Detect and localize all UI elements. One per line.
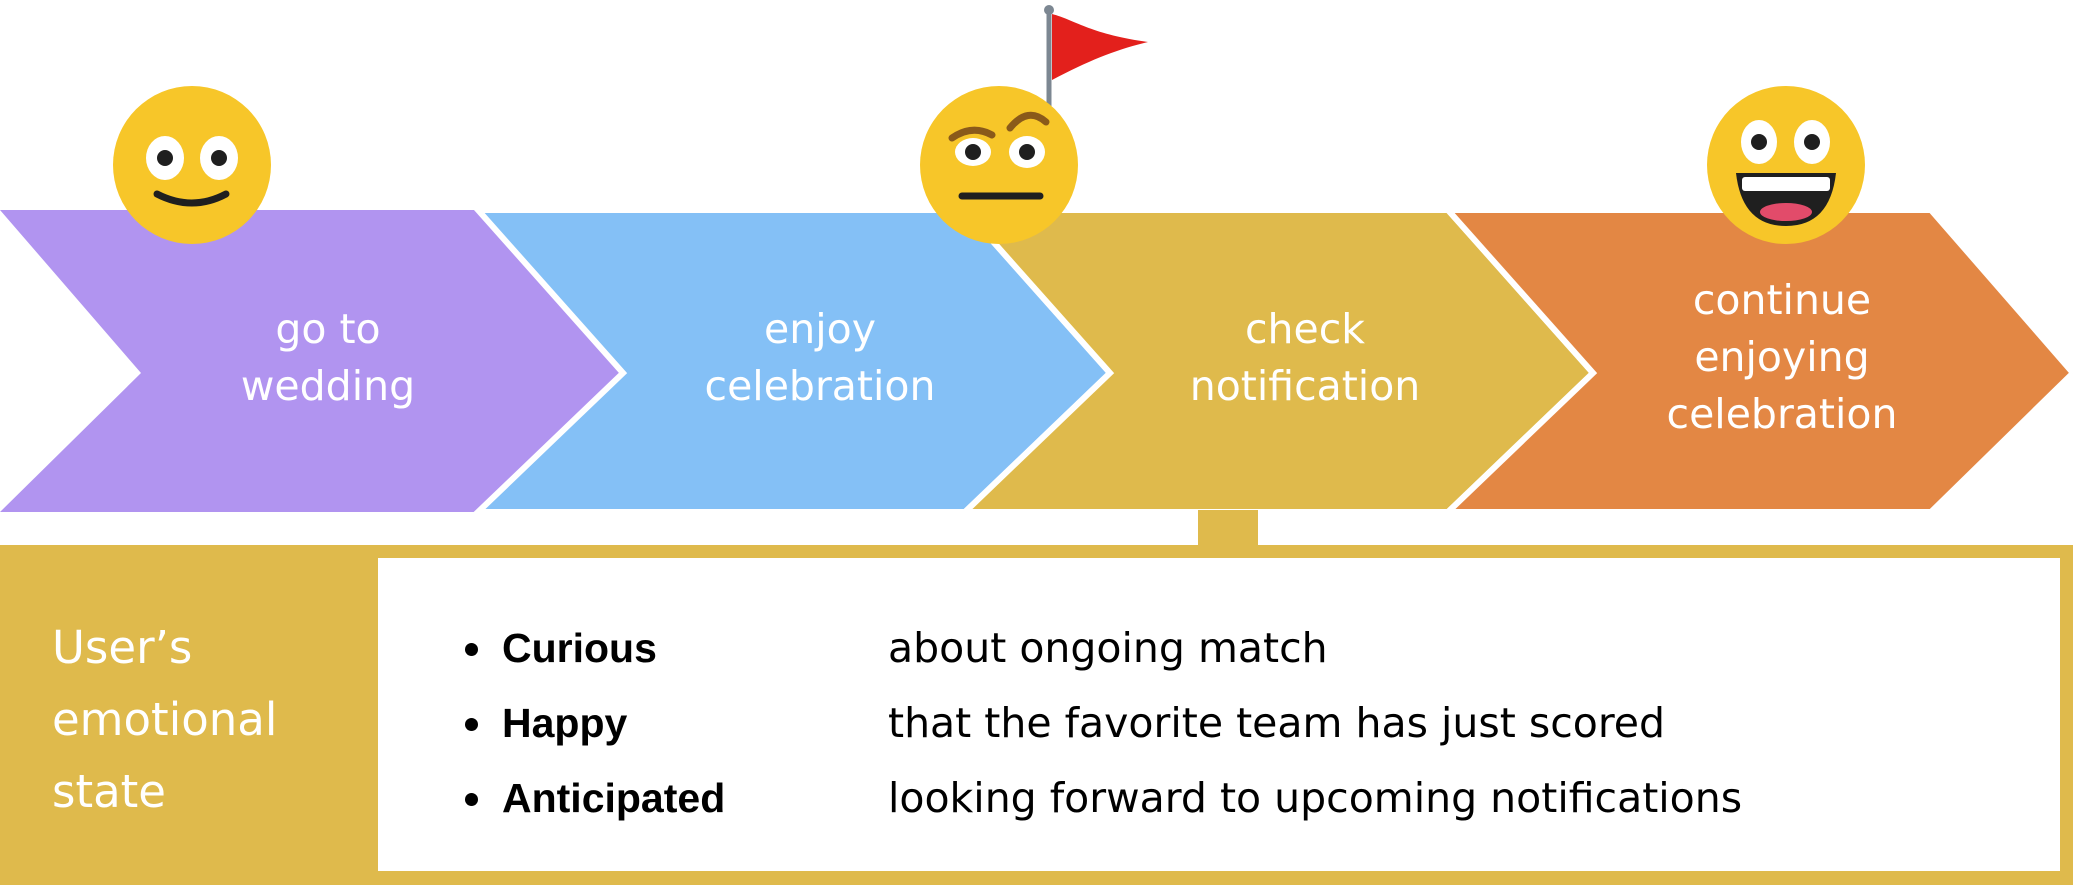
step-3-label: check notification bbox=[1150, 301, 1460, 415]
red-flag-icon bbox=[1044, 5, 1148, 108]
list-item: Happy that the favorite team has just sc… bbox=[378, 693, 1978, 768]
step-1-label: go to wedding bbox=[188, 301, 468, 415]
emotional-state-title: User’s emotional state bbox=[52, 612, 277, 828]
list-item: Anticipated looking forward to upcoming … bbox=[378, 768, 1978, 843]
bullet bbox=[465, 643, 478, 656]
slightly-smiling-face-icon bbox=[113, 86, 271, 244]
emotion-description: looking forward to upcoming notification… bbox=[888, 774, 1743, 822]
emotion-name: Happy bbox=[502, 700, 628, 746]
emotion-name: Anticipated bbox=[502, 775, 726, 821]
step-2-label-line: enjoy bbox=[764, 305, 876, 353]
step-2-label: enjoy celebration bbox=[670, 301, 970, 415]
step-4-label-line: celebration bbox=[1666, 390, 1898, 438]
emotions-box: Curious about ongoing match Happy that t… bbox=[378, 558, 2060, 871]
step-4-label-line: continue bbox=[1692, 276, 1872, 324]
title-line: emotional bbox=[52, 693, 278, 746]
emotion-name: Curious bbox=[502, 625, 657, 671]
grinning-face-icon bbox=[1707, 86, 1865, 244]
face-with-raised-eyebrow-icon bbox=[920, 86, 1078, 244]
step-1-label-line: go to bbox=[275, 305, 381, 353]
step-3-label-line: check bbox=[1244, 305, 1366, 353]
step-4-label-line: enjoying bbox=[1694, 333, 1870, 381]
step-4-label: continue enjoying celebration bbox=[1632, 272, 1932, 443]
emotions-list: Curious about ongoing match Happy that t… bbox=[378, 618, 1978, 843]
title-line: state bbox=[52, 765, 166, 818]
step-2-label-line: celebration bbox=[704, 362, 936, 410]
title-line: User’s bbox=[52, 621, 193, 674]
step-1-label-line: wedding bbox=[240, 362, 416, 410]
list-item: Curious about ongoing match bbox=[378, 618, 1978, 693]
panel-connector bbox=[1198, 510, 1258, 546]
emotion-description: about ongoing match bbox=[888, 624, 1328, 672]
bullet bbox=[465, 718, 478, 731]
step-3-label-line: notification bbox=[1189, 362, 1421, 410]
emotion-description: that the favorite team has just scored bbox=[888, 699, 1666, 747]
bullet bbox=[465, 793, 478, 806]
